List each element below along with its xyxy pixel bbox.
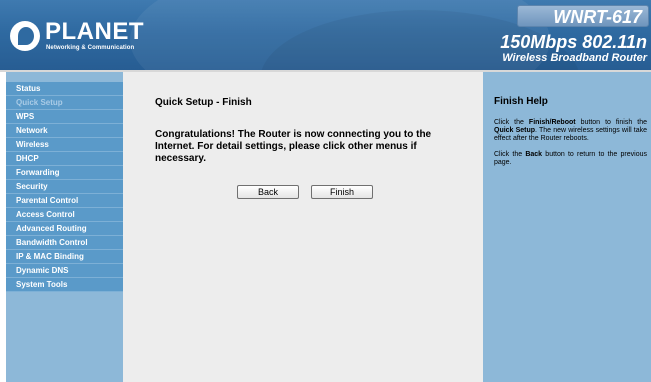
help-text: button to finish the [575,119,647,126]
help-title: Finish Help [494,96,548,107]
help-body: Click the Finish/Reboot button to finish… [494,119,647,175]
sidebar-item-dhcp[interactable]: DHCP [6,152,123,166]
help-paragraph-back: Click the Back button to return to the p… [494,151,647,167]
help-keyword-quick-setup: Quick Setup [494,127,536,134]
speed-title: 150Mbps 802.11n [500,32,647,52]
help-text: Click the [494,119,529,126]
model-name: WNRT-617 [553,7,642,27]
sidebar-item-ip-mac-binding[interactable]: IP & MAC Binding [6,250,123,264]
sidebar-menu: Status Quick Setup WPS Network Wireless … [6,82,123,292]
sidebar: Status Quick Setup WPS Network Wireless … [6,72,123,382]
sidebar-item-wireless[interactable]: Wireless [6,138,123,152]
product-name: Wireless Broadband Router [502,52,647,64]
help-panel: Finish Help Click the Finish/Reboot butt… [483,72,651,382]
sidebar-item-forwarding[interactable]: Forwarding [6,166,123,180]
page-title: Quick Setup - Finish [155,97,252,108]
sidebar-item-network[interactable]: Network [6,124,123,138]
sidebar-item-advanced-routing[interactable]: Advanced Routing [6,222,123,236]
sidebar-item-system-tools[interactable]: System Tools [6,278,123,292]
sidebar-item-parental-control[interactable]: Parental Control [6,194,123,208]
planet-logo: PLANET Networking & Communication [10,20,144,54]
model-badge: WNRT-617 [517,5,649,27]
sidebar-item-dynamic-dns[interactable]: Dynamic DNS [6,264,123,278]
finish-button[interactable]: Finish [311,185,373,199]
logo-word: PLANET [45,18,144,45]
back-button[interactable]: Back [237,185,299,199]
sidebar-item-security[interactable]: Security [6,180,123,194]
sidebar-item-access-control[interactable]: Access Control [6,208,123,222]
logo-tagline: Networking & Communication [46,45,135,51]
main-content: Quick Setup - Finish Congratulations! Th… [123,72,483,382]
help-keyword-finish-reboot: Finish/Reboot [528,119,576,126]
sidebar-item-quick-setup[interactable]: Quick Setup [6,96,123,110]
sidebar-item-wps[interactable]: WPS [6,110,123,124]
finish-message: Congratulations! The Router is now conne… [155,129,432,164]
router-admin-page: PLANET Networking & Communication WNRT-6… [0,0,651,382]
help-paragraph-finish: Click the Finish/Reboot button to finish… [494,119,647,143]
sidebar-item-bandwidth-control[interactable]: Bandwidth Control [6,236,123,250]
header-banner: PLANET Networking & Communication WNRT-6… [0,0,651,70]
sidebar-item-status[interactable]: Status [6,82,123,96]
planet-logo-icon [10,21,40,51]
help-text: Click the [494,151,526,158]
help-keyword-back: Back [525,151,543,158]
